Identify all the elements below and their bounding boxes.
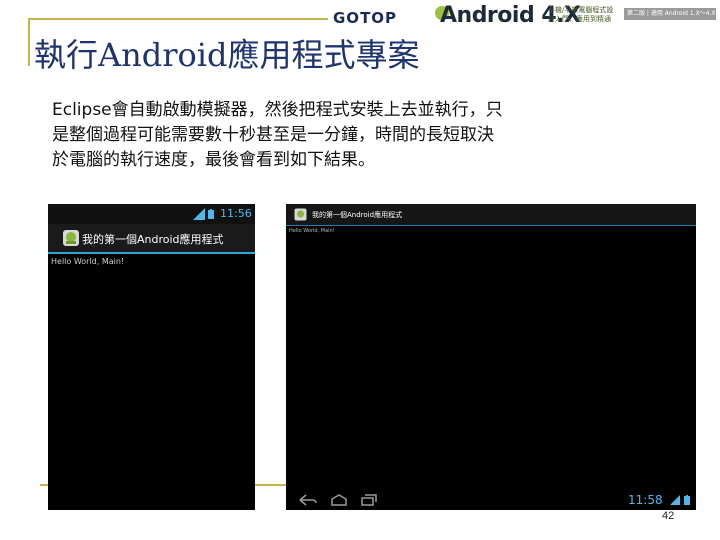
slide-title: 執行Android應用程式專案 xyxy=(34,36,420,74)
book-edition-tag: 第二版 | 適用 Android 1.X～4.X xyxy=(624,8,716,20)
page-number: 42 xyxy=(662,510,675,522)
android-app-icon xyxy=(294,208,307,221)
phone-status-bar: 11:56 xyxy=(48,204,255,224)
home-icon[interactable] xyxy=(330,494,348,506)
tablet-navigation-bar: 11:58 xyxy=(286,490,696,510)
phone-app-titlebar: 我的第一個Android應用程式 xyxy=(48,224,255,254)
battery-icon xyxy=(684,495,690,505)
frame-left-line xyxy=(28,18,30,66)
recent-apps-icon[interactable] xyxy=(360,494,378,506)
tablet-app-titlebar: 我的第一個Android應用程式 xyxy=(286,204,696,226)
tablet-app-title: 我的第一個Android應用程式 xyxy=(312,211,403,219)
battery-icon xyxy=(208,209,214,219)
signal-icon xyxy=(193,208,205,220)
body-line: Eclipse會自動啟動模擬器，然後把程式安裝上去並執行，只 xyxy=(52,100,503,120)
signal-icon xyxy=(670,495,680,505)
book-subtitle: 手機/平板電腦程式設計入門、應用到精通 xyxy=(548,6,614,23)
phone-emulator-screenshot: 11:56 我的第一個Android應用程式 Hello World, Main… xyxy=(48,204,255,510)
tablet-clock: 11:58 xyxy=(628,493,663,507)
phone-app-title: 我的第一個Android應用程式 xyxy=(82,233,224,246)
phone-hello-text: Hello World, Main! xyxy=(51,257,125,266)
android-app-icon xyxy=(63,230,79,246)
tablet-emulator-screenshot: 我的第一個Android應用程式 Hello World, Main! 11:5… xyxy=(286,204,696,510)
body-line: 於電腦的執行速度，最後會看到如下結果。 xyxy=(52,150,375,170)
body-paragraph: Eclipse會自動啟動模擬器，然後把程式安裝上去並執行，只 是整個過程可能需要… xyxy=(52,98,682,173)
body-line: 是整個過程可能需要數十秒甚至是一分鐘，時間的長短取決 xyxy=(52,125,494,145)
book-title-main: Android xyxy=(440,3,535,28)
frame-top-line xyxy=(28,18,328,20)
back-icon[interactable] xyxy=(298,494,318,506)
publisher-logo: GOTOP xyxy=(333,9,398,27)
tablet-hello-text: Hello World, Main! xyxy=(289,228,335,234)
phone-clock: 11:56 xyxy=(220,207,252,220)
